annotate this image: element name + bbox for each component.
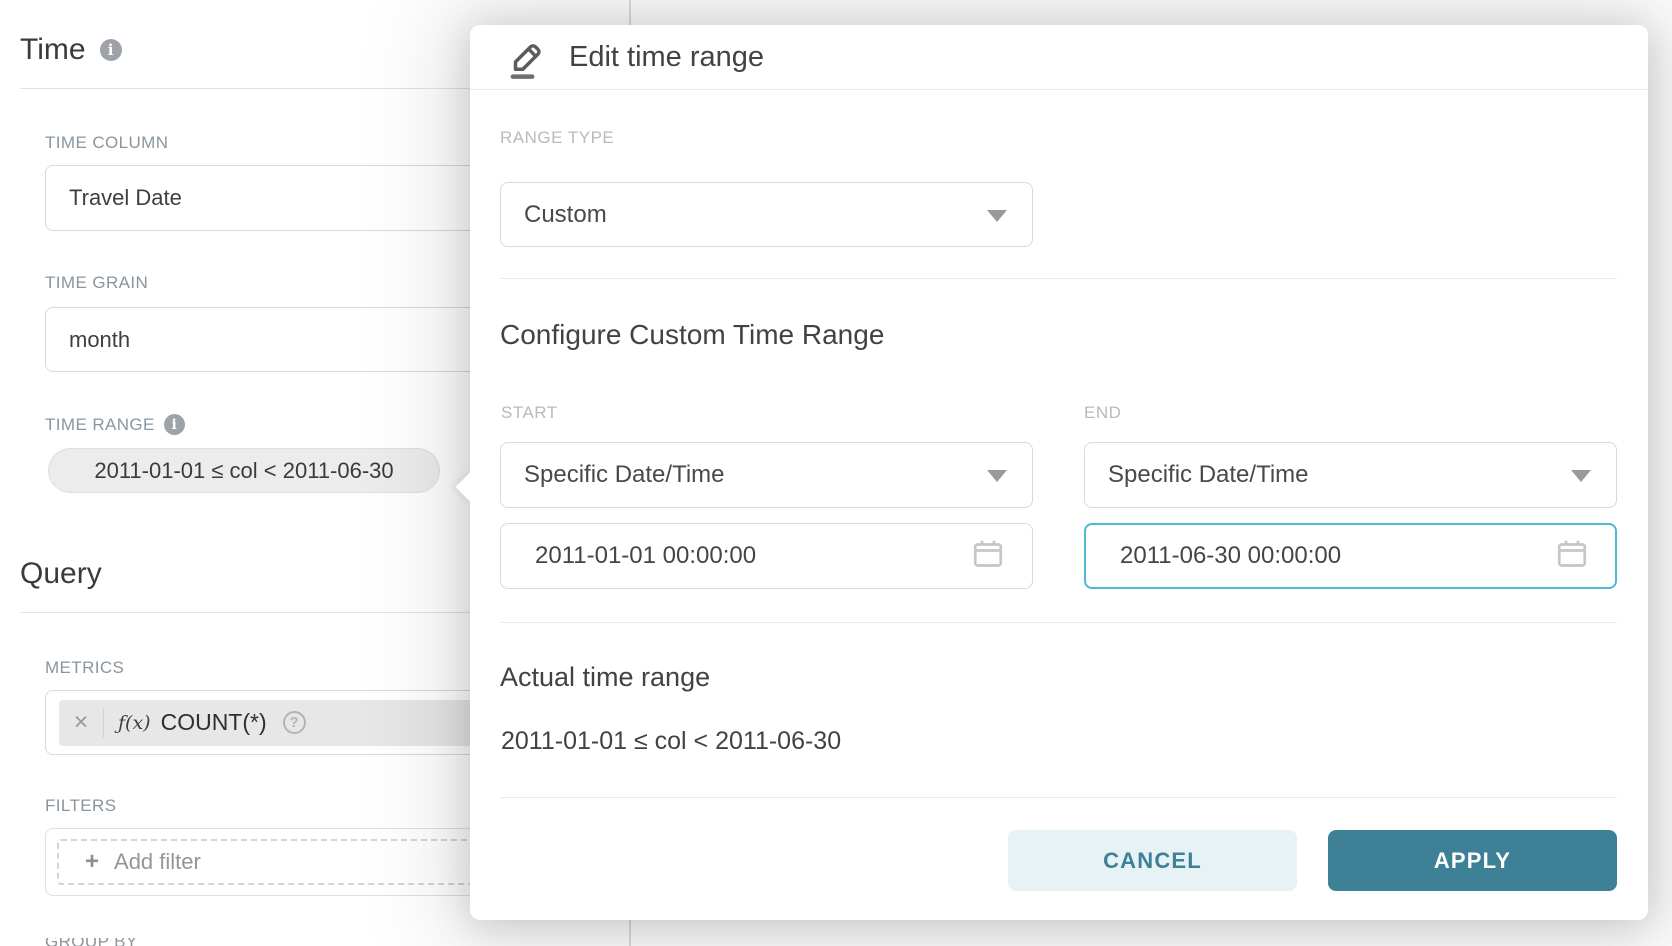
- end-datetime-field: [1084, 523, 1617, 589]
- function-icon: ƒ(x): [118, 712, 151, 734]
- configure-heading: Configure Custom Time Range: [500, 319, 884, 351]
- end-label: END: [1084, 403, 1121, 423]
- apply-button[interactable]: APPLY: [1328, 830, 1617, 891]
- range-type-value: Custom: [524, 201, 607, 229]
- time-range-label: TIME RANGE i: [45, 414, 185, 435]
- start-label: START: [501, 403, 558, 423]
- start-type-select[interactable]: Specific Date/Time: [500, 442, 1033, 508]
- explore-page: Time i TIME COLUMN Travel Date TIME GRAI…: [0, 0, 1672, 946]
- end-datetime-input[interactable]: [1084, 523, 1617, 589]
- time-column-label: TIME COLUMN: [45, 133, 168, 153]
- remove-metric-icon[interactable]: ×: [59, 708, 103, 737]
- popover-header: Edit time range: [470, 25, 1648, 90]
- group-by-label: GROUP BY: [45, 938, 138, 946]
- start-datetime-field: [500, 523, 1033, 589]
- time-range-info-icon[interactable]: i: [164, 414, 185, 435]
- time-info-icon[interactable]: i: [100, 39, 122, 61]
- time-column-value: Travel Date: [69, 185, 182, 211]
- time-grain-value: month: [69, 327, 130, 353]
- chevron-down-icon: [1571, 470, 1591, 482]
- popover-title: Edit time range: [569, 41, 764, 74]
- query-section-label: Query: [20, 557, 102, 591]
- time-section-label: Time: [20, 33, 86, 67]
- popover-divider-3: [500, 797, 1617, 798]
- time-section-title: Time i: [20, 33, 122, 67]
- calendar-icon[interactable]: [973, 539, 1003, 573]
- popover-divider-1: [500, 278, 1617, 279]
- calendar-icon[interactable]: [1557, 539, 1587, 573]
- actual-range-value: 2011-01-01 ≤ col < 2011-06-30: [501, 727, 841, 756]
- edit-pencil-icon: [505, 34, 547, 80]
- end-type-value: Specific Date/Time: [1108, 461, 1309, 489]
- time-grain-label: TIME GRAIN: [45, 273, 148, 293]
- actual-range-heading: Actual time range: [500, 662, 710, 693]
- edit-time-range-popover: Edit time range RANGE TYPE Custom Config…: [470, 25, 1648, 920]
- time-range-pill[interactable]: 2011-01-01 ≤ col < 2011-06-30: [48, 448, 440, 493]
- metrics-label: METRICS: [45, 658, 124, 678]
- end-type-select[interactable]: Specific Date/Time: [1084, 442, 1617, 508]
- cancel-button[interactable]: CANCEL: [1008, 830, 1297, 891]
- filters-label: FILTERS: [45, 796, 116, 816]
- metric-help-icon[interactable]: ?: [283, 711, 306, 734]
- chevron-down-icon: [987, 210, 1007, 222]
- time-range-pill-value: 2011-01-01 ≤ col < 2011-06-30: [94, 458, 393, 484]
- start-type-value: Specific Date/Time: [524, 461, 725, 489]
- add-filter-label: Add filter: [114, 849, 201, 875]
- time-range-label-text: TIME RANGE: [45, 415, 155, 435]
- start-datetime-input[interactable]: [500, 523, 1033, 589]
- plus-icon: +: [85, 850, 99, 874]
- query-section-title: Query: [20, 557, 102, 591]
- metric-chip-label: COUNT(*): [161, 709, 267, 736]
- chevron-down-icon: [987, 470, 1007, 482]
- range-type-select[interactable]: Custom: [500, 182, 1033, 247]
- popover-divider-2: [500, 622, 1617, 623]
- range-type-label: RANGE TYPE: [500, 128, 614, 148]
- chip-separator: [103, 708, 104, 738]
